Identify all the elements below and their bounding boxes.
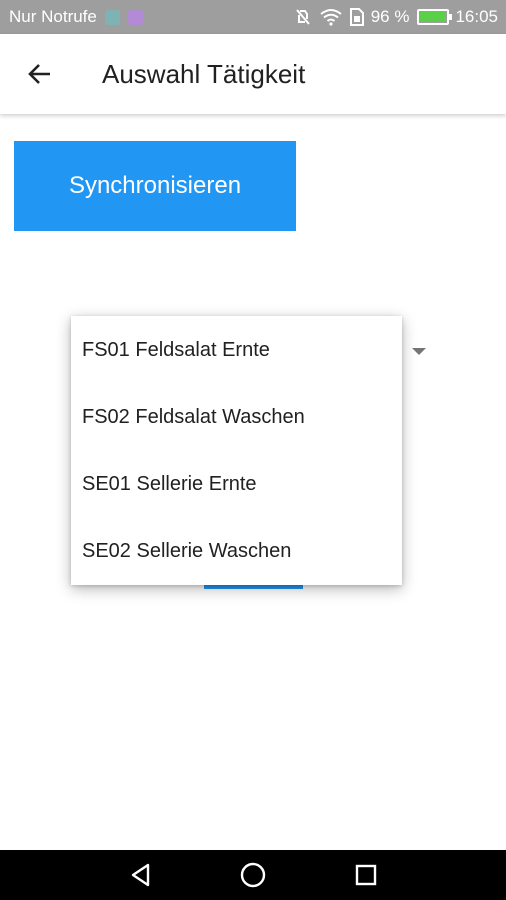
triangle-back-icon (131, 863, 150, 887)
dropdown-item-fs02[interactable]: FS02 Feldsalat Waschen (71, 384, 402, 451)
dropdown-item-se01[interactable]: SE01 Sellerie Ernte (71, 451, 402, 518)
vibrate-off-icon (293, 7, 313, 27)
notification-app-icon (104, 9, 120, 25)
synchronize-button[interactable]: Synchronisieren (14, 141, 296, 231)
sim-icon (349, 8, 365, 26)
spinner-underline (204, 585, 303, 589)
carrier-text: Nur Notrufe (9, 7, 97, 26)
square-recents-icon (355, 864, 377, 886)
notification-app-icon-2 (127, 9, 143, 25)
battery-fill (420, 12, 446, 22)
system-nav-bar (0, 850, 506, 900)
circle-home-icon (240, 862, 266, 888)
nav-back-button[interactable] (111, 850, 171, 900)
status-right: 96 % 16:05 (293, 7, 498, 27)
wifi-icon (319, 8, 343, 26)
app-bar: Auswahl Tätigkeit (0, 34, 506, 114)
clock: 16:05 (455, 7, 498, 26)
page-title: Auswahl Tätigkeit (102, 58, 306, 89)
dropdown-arrow-icon[interactable] (412, 348, 426, 355)
dropdown-item-se02[interactable]: SE02 Sellerie Waschen (71, 518, 402, 585)
battery-percent: 96 % (370, 7, 410, 26)
back-button[interactable] (14, 48, 66, 100)
battery-icon (417, 9, 453, 25)
status-left: Nur Notrufe (9, 7, 143, 27)
dropdown-item-fs01[interactable]: FS01 Feldsalat Ernte (71, 317, 402, 384)
activity-dropdown-menu: FS01 Feldsalat Ernte FS02 Feldsalat Wasc… (71, 316, 402, 585)
arrow-left-icon (28, 64, 50, 84)
status-bar: Nur Notrufe 96 % 16:05 (0, 0, 506, 34)
nav-recents-button[interactable] (336, 850, 396, 900)
nav-home-button[interactable] (223, 850, 283, 900)
